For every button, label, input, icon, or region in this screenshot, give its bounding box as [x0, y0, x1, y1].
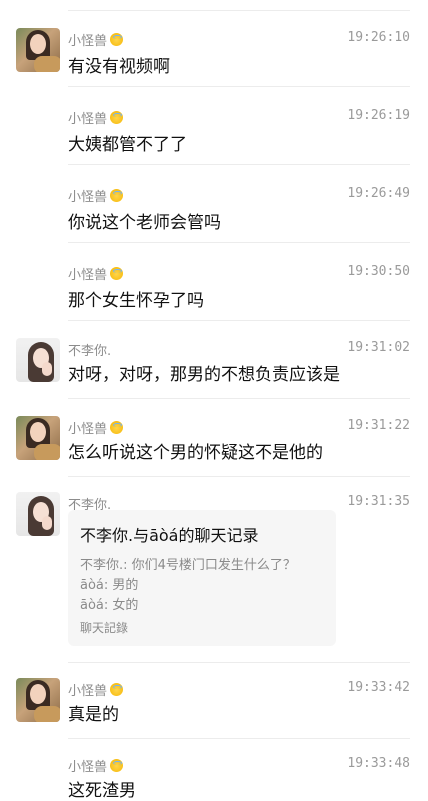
innocent-face-emoji-icon: [110, 111, 124, 124]
divider: [68, 320, 410, 321]
message-text: 大姨都管不了了: [68, 135, 187, 155]
sender-name: 小怪兽: [68, 108, 124, 127]
chat-record-line: āòá: 女的: [80, 598, 139, 613]
chat-record-line: āòá: 男的: [80, 578, 139, 593]
divider: [68, 476, 410, 477]
chat-record-footer: 聊天記錄: [80, 621, 129, 635]
message-text: 怎么听说这个男的怀疑这不是他的: [68, 443, 323, 463]
chat-record-title: 不李你.与āòá的聊天记录: [80, 526, 259, 545]
avatar[interactable]: [16, 338, 60, 382]
divider: [68, 398, 410, 399]
divider: [68, 242, 410, 243]
sender-name: 小怪兽: [68, 680, 124, 699]
sender-name: 小怪兽: [68, 756, 124, 775]
message-time: 19:30:50: [347, 264, 410, 279]
innocent-face-emoji-icon: [110, 267, 124, 280]
message-time: 19:26:10: [347, 30, 410, 45]
innocent-face-emoji-icon: [110, 683, 124, 696]
innocent-face-emoji-icon: [110, 759, 124, 772]
sender-name: 小怪兽: [68, 418, 124, 437]
avatar[interactable]: [16, 492, 60, 536]
divider: [68, 662, 410, 663]
divider: [68, 738, 410, 739]
message-time: 19:26:49: [347, 186, 410, 201]
message-text: 这死渣男: [68, 781, 136, 801]
message-text: 对呀，对呀，那男的不想负责应该是: [68, 365, 340, 385]
message-time: 19:33:48: [347, 756, 410, 771]
message-time: 19:31:02: [347, 340, 410, 355]
message-text: 有没有视频啊: [68, 57, 170, 77]
innocent-face-emoji-icon: [110, 33, 124, 46]
avatar[interactable]: [16, 416, 60, 460]
message-time: 19:26:19: [347, 108, 410, 123]
divider: [68, 86, 410, 87]
sender-name: 小怪兽: [68, 30, 124, 49]
innocent-face-emoji-icon: [110, 421, 124, 434]
avatar[interactable]: [16, 678, 60, 722]
message-text: 真是的: [68, 705, 119, 725]
sender-name: 不李你.: [68, 344, 112, 359]
chat-record-card[interactable]: 不李你.与āòá的聊天记录 不李你.: 你们4号楼门口发生什么了？ āòá: 男…: [68, 510, 336, 646]
divider: [68, 164, 410, 165]
innocent-face-emoji-icon: [110, 189, 124, 202]
chat-record-line: 不李你.: 你们4号楼门口发生什么了？: [80, 558, 296, 573]
sender-name: 小怪兽: [68, 264, 124, 283]
chat-history-screen: 小怪兽 19:26:10 有没有视频啊 小怪兽 19:26:19 大姨都管不了了…: [0, 0, 428, 801]
message-time: 19:31:35: [347, 494, 410, 509]
divider: [68, 10, 410, 11]
sender-name: 小怪兽: [68, 186, 124, 205]
message-time: 19:33:42: [347, 680, 410, 695]
message-text: 那个女生怀孕了吗: [68, 291, 204, 311]
message-text: 你说这个老师会管吗: [68, 213, 221, 233]
avatar[interactable]: [16, 28, 60, 72]
message-time: 19:31:22: [347, 418, 410, 433]
